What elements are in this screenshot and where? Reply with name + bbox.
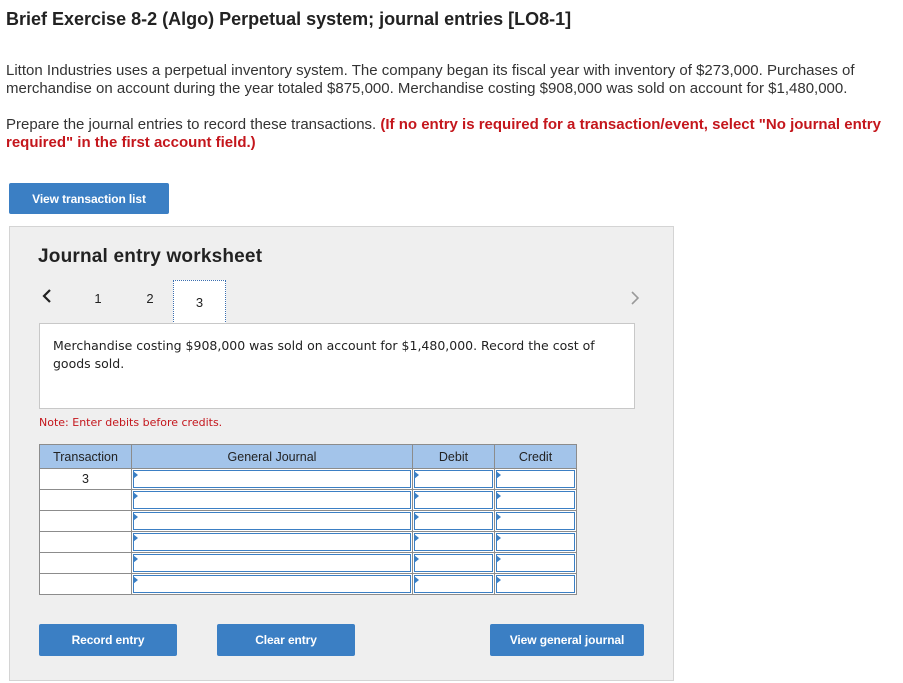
- account-input[interactable]: [133, 491, 411, 509]
- instructions: Prepare the journal entries to record th…: [6, 116, 903, 152]
- chevron-right-icon[interactable]: [627, 287, 643, 309]
- credit-input[interactable]: [496, 554, 575, 572]
- clear-entry-button[interactable]: Clear entry: [217, 624, 355, 656]
- table-row: [39, 531, 577, 553]
- note-text: Note: Enter debits before credits.: [39, 416, 223, 429]
- table-row: 3: [39, 468, 577, 490]
- debit-cell: [412, 489, 495, 511]
- credit-cell: [494, 552, 577, 574]
- table-row: [39, 573, 577, 595]
- account-cell: [131, 489, 413, 511]
- view-transaction-list-button[interactable]: View transaction list: [9, 183, 169, 214]
- page-tab-3-current[interactable]: 3: [173, 280, 226, 324]
- credit-cell: [494, 489, 577, 511]
- credit-input[interactable]: [496, 533, 575, 551]
- account-cell: [131, 552, 413, 574]
- credit-cell: [494, 468, 577, 490]
- account-cell: [131, 531, 413, 553]
- header-credit: Credit: [494, 444, 577, 469]
- view-general-journal-button[interactable]: View general journal: [490, 624, 644, 656]
- account-input[interactable]: [133, 512, 411, 530]
- record-entry-button[interactable]: Record entry: [39, 624, 177, 656]
- transaction-cell: [39, 552, 132, 574]
- credit-input[interactable]: [496, 512, 575, 530]
- chevron-left-icon[interactable]: [39, 285, 55, 307]
- debit-input[interactable]: [414, 470, 493, 488]
- transaction-cell: [39, 531, 132, 553]
- transaction-description: Merchandise costing $908,000 was sold on…: [53, 338, 595, 371]
- debit-input[interactable]: [414, 491, 493, 509]
- debit-input[interactable]: [414, 533, 493, 551]
- header-general-journal: General Journal: [131, 444, 413, 469]
- worksheet-title: Journal entry worksheet: [38, 246, 263, 267]
- transaction-description-box: Merchandise costing $908,000 was sold on…: [39, 323, 635, 409]
- credit-input[interactable]: [496, 491, 575, 509]
- table-header-row: Transaction General Journal Debit Credit: [39, 444, 577, 469]
- page-tab-1[interactable]: 1: [90, 289, 106, 307]
- transaction-cell: [39, 510, 132, 532]
- credit-cell: [494, 573, 577, 595]
- table-row: [39, 510, 577, 532]
- credit-input[interactable]: [496, 470, 575, 488]
- account-input[interactable]: [133, 575, 411, 593]
- header-debit: Debit: [412, 444, 495, 469]
- page-title: Brief Exercise 8-2 (Algo) Perpetual syst…: [6, 9, 572, 29]
- debit-input[interactable]: [414, 554, 493, 572]
- transaction-cell: [39, 573, 132, 595]
- account-input[interactable]: [133, 470, 411, 488]
- credit-cell: [494, 510, 577, 532]
- account-cell: [131, 573, 413, 595]
- account-input[interactable]: [133, 554, 411, 572]
- transaction-cell: 3: [39, 468, 132, 490]
- debit-cell: [412, 510, 495, 532]
- journal-table: Transaction General Journal Debit Credit…: [39, 444, 577, 595]
- account-cell: [131, 510, 413, 532]
- credit-cell: [494, 531, 577, 553]
- table-row: [39, 489, 577, 511]
- header-transaction: Transaction: [39, 444, 132, 469]
- debit-cell: [412, 552, 495, 574]
- account-cell: [131, 468, 413, 490]
- instructions-text: Prepare the journal entries to record th…: [6, 116, 381, 133]
- debit-input[interactable]: [414, 512, 493, 530]
- debit-cell: [412, 573, 495, 595]
- debit-input[interactable]: [414, 575, 493, 593]
- credit-input[interactable]: [496, 575, 575, 593]
- account-input[interactable]: [133, 533, 411, 551]
- transaction-cell: [39, 489, 132, 511]
- debit-cell: [412, 531, 495, 553]
- problem-intro: Litton Industries uses a perpetual inven…: [6, 62, 855, 97]
- journal-entry-worksheet: Journal entry worksheet 1 2 3 Merchandis…: [9, 226, 674, 681]
- table-row: [39, 552, 577, 574]
- debit-cell: [412, 468, 495, 490]
- page-tab-2[interactable]: 2: [142, 289, 158, 307]
